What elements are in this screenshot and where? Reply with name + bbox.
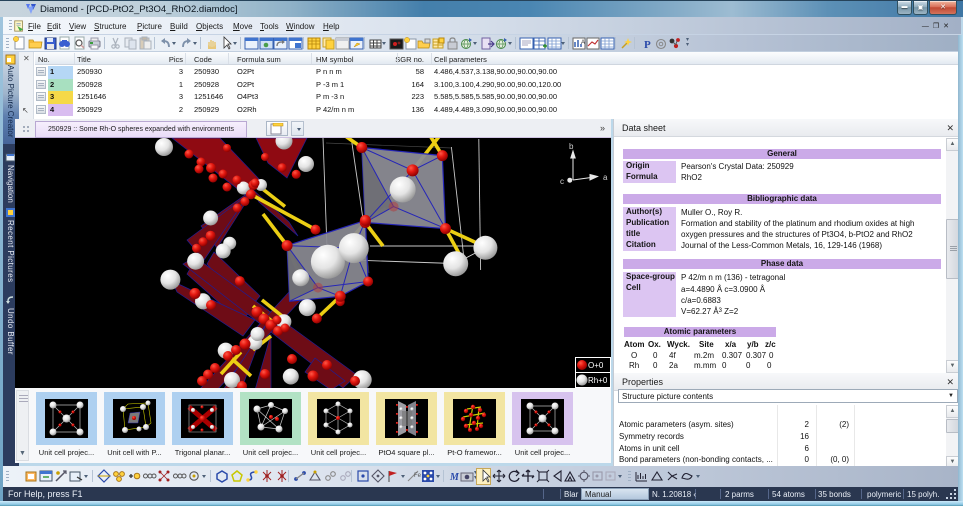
svg-text:O+0: O+0 [588, 361, 604, 370]
svg-text:Fe: Fe [414, 473, 421, 479]
svg-text:A: A [581, 40, 585, 46]
svg-text:b: b [569, 142, 574, 151]
svg-text:M: M [449, 472, 460, 483]
svg-text:P: P [644, 39, 651, 51]
svg-text:a: a [603, 173, 608, 182]
svg-text:Rh+0: Rh+0 [588, 376, 608, 385]
svg-text:c: c [560, 177, 564, 186]
